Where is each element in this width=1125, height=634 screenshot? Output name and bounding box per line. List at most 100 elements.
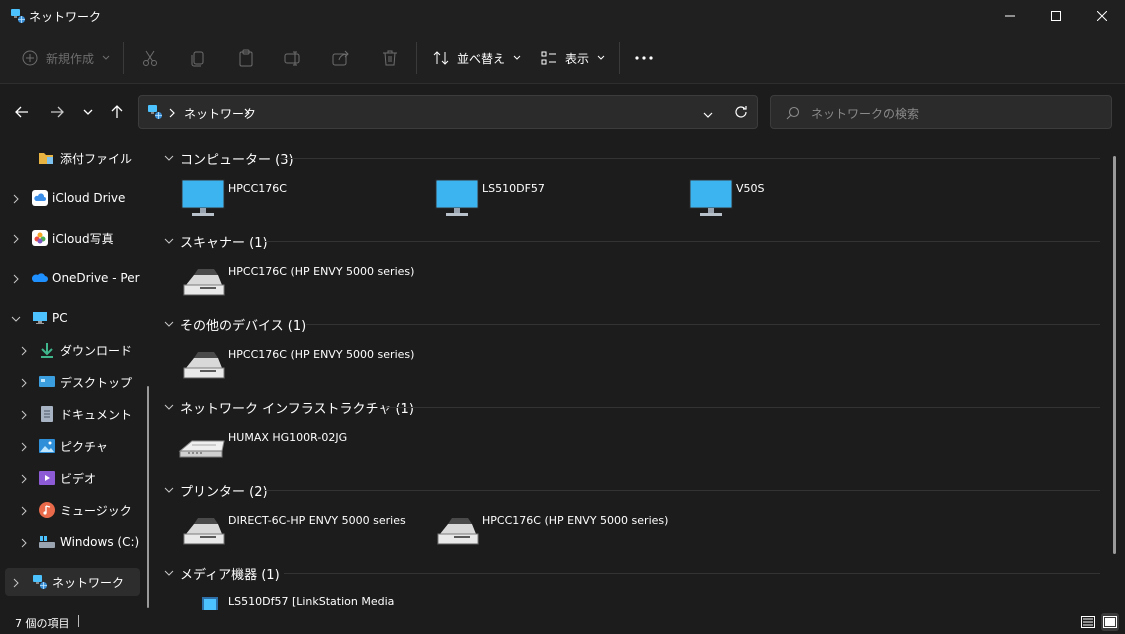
- chevron-right-icon[interactable]: [19, 377, 29, 388]
- search-icon: [786, 106, 800, 123]
- printer-device-icon: [183, 352, 225, 379]
- minimize-button[interactable]: [987, 0, 1033, 32]
- icloud-photos-icon: [32, 230, 48, 246]
- address-bar[interactable]: ネットワーク: [138, 95, 758, 129]
- network-item-scanner[interactable]: HPCC176C (HP ENVY 5000 series): [178, 261, 478, 305]
- chevron-down-icon[interactable]: [11, 313, 21, 323]
- pictures-icon: [39, 438, 55, 454]
- group-header-other-devices[interactable]: その他のデバイス (1): [164, 314, 306, 334]
- chevron-right-icon[interactable]: [19, 505, 29, 516]
- chevron-right-icon[interactable]: [19, 409, 29, 420]
- close-button[interactable]: [1079, 0, 1125, 32]
- sidebar-item-pc[interactable]: PC: [5, 304, 140, 332]
- sidebar-item-label: iCloud写真: [52, 231, 114, 246]
- item-label: HPCC176C: [228, 182, 287, 195]
- sort-button[interactable]: 並べ替え: [433, 46, 521, 70]
- chevron-right-icon[interactable]: [11, 193, 21, 204]
- view-button[interactable]: 表示: [541, 46, 605, 70]
- item-label: HPCC176C (HP ENVY 5000 series): [228, 265, 415, 278]
- share-button[interactable]: [332, 46, 350, 70]
- up-button[interactable]: [106, 101, 128, 123]
- chevron-right-icon[interactable]: [19, 537, 29, 548]
- breadcrumb-chevron-icon[interactable]: [169, 107, 175, 121]
- document-icon: [39, 406, 55, 422]
- chevron-down-icon: [164, 487, 174, 493]
- network-item-computer[interactable]: LS510DF57: [432, 178, 672, 222]
- sidebar-item-documents[interactable]: ドキュメント: [5, 400, 140, 428]
- chevron-right-icon[interactable]: [11, 273, 21, 284]
- group-header-scanners[interactable]: スキャナー (1): [164, 231, 268, 251]
- group-divider: [264, 241, 1100, 242]
- search-box[interactable]: ネットワークの検索: [770, 95, 1112, 129]
- group-header-printers[interactable]: プリンター (2): [164, 480, 268, 500]
- chevron-right-icon[interactable]: [11, 577, 21, 588]
- group-header-media-devices[interactable]: メディア機器 (1): [164, 563, 280, 583]
- sidebar-item-label: Windows (C:): [60, 535, 140, 549]
- breadcrumb-chevron-icon[interactable]: [244, 107, 250, 121]
- view-button-label: 表示: [565, 51, 590, 66]
- chevron-right-icon[interactable]: [11, 233, 21, 244]
- back-button[interactable]: [11, 101, 33, 123]
- tiles-view-button[interactable]: [1101, 613, 1119, 631]
- chevron-down-icon: [83, 109, 93, 115]
- chevron-down-icon: [164, 404, 174, 410]
- group-divider: [264, 490, 1100, 491]
- sidebar-item-desktop[interactable]: デスクトップ: [5, 368, 140, 396]
- computer-monitor-icon: [435, 179, 479, 216]
- sidebar-item-onedrive[interactable]: OneDrive - Perso: [5, 264, 140, 292]
- sidebar-item-icloud-photos[interactable]: iCloud写真: [5, 224, 140, 252]
- address-history-button[interactable]: [703, 108, 713, 122]
- forward-button[interactable]: [46, 101, 68, 123]
- video-icon: [39, 470, 55, 486]
- network-item-router[interactable]: HUMAX HG100R-02JG: [178, 427, 478, 471]
- chevron-right-icon[interactable]: [19, 345, 29, 356]
- group-header-network-infrastructure[interactable]: ネットワーク インフラストラクチャ (1): [164, 397, 414, 417]
- network-item-printer[interactable]: DIRECT-6C-HP ENVY 5000 series: [178, 510, 428, 554]
- sidebar-item-videos[interactable]: ビデオ: [5, 464, 140, 492]
- plus-circle-icon: [22, 50, 38, 66]
- rename-button[interactable]: [284, 46, 302, 70]
- item-count: 7 個の項目: [15, 617, 70, 630]
- toolbar-separator: [123, 42, 124, 74]
- clipboard-icon: [239, 49, 253, 67]
- chevron-right-icon[interactable]: [19, 441, 29, 452]
- group-title: コンピューター (3): [180, 152, 294, 168]
- rename-icon: [284, 51, 300, 66]
- copy-button[interactable]: [189, 46, 207, 70]
- new-button[interactable]: 新規作成: [22, 46, 110, 70]
- group-header-computers[interactable]: コンピューター (3): [164, 148, 294, 168]
- folder-icon: [38, 150, 54, 166]
- chevron-down-icon: [703, 112, 713, 118]
- recent-locations-button[interactable]: [77, 101, 99, 123]
- sidebar-item-label: iCloud Drive: [52, 191, 126, 205]
- chevron-right-icon[interactable]: [19, 473, 29, 484]
- cut-button[interactable]: [141, 46, 159, 70]
- sidebar-item-attachments[interactable]: 添付ファイル: [5, 144, 140, 172]
- network-item-printer[interactable]: HPCC176C (HP ENVY 5000 series): [432, 510, 732, 554]
- sidebar-item-music[interactable]: ミュージック: [5, 496, 140, 524]
- sidebar-item-windows-c[interactable]: Windows (C:): [5, 528, 140, 556]
- network-item-computer[interactable]: V50S: [686, 178, 926, 222]
- sidebar-item-network[interactable]: ネットワーク: [5, 568, 140, 596]
- item-label: HPCC176C (HP ENVY 5000 series): [228, 348, 415, 361]
- paste-button[interactable]: [237, 46, 255, 70]
- maximize-button[interactable]: [1033, 0, 1079, 32]
- printer-icon: [183, 518, 225, 545]
- item-label: LS510Df57 [LinkStation Media: [228, 595, 395, 608]
- content-scrollbar[interactable]: [1113, 156, 1116, 554]
- sidebar-item-pictures[interactable]: ピクチャ: [5, 432, 140, 460]
- delete-button[interactable]: [381, 46, 399, 70]
- network-item-computer[interactable]: HPCC176C: [178, 178, 418, 222]
- chevron-down-icon: [513, 55, 521, 60]
- details-view-button[interactable]: [1079, 613, 1097, 631]
- more-options-button[interactable]: [634, 46, 654, 70]
- refresh-button[interactable]: [733, 104, 749, 123]
- sidebar-item-icloud-drive[interactable]: iCloud Drive: [5, 184, 140, 212]
- chevron-down-icon: [164, 155, 174, 161]
- network-item-device[interactable]: HPCC176C (HP ENVY 5000 series): [178, 344, 478, 388]
- network-icon: [32, 574, 48, 590]
- sidebar-item-downloads[interactable]: ダウンロード: [5, 336, 140, 364]
- network-item-media[interactable]: LS510Df57 [LinkStation Media: [178, 591, 478, 610]
- computer-monitor-icon: [689, 179, 733, 216]
- sidebar-scrollbar[interactable]: [147, 386, 149, 608]
